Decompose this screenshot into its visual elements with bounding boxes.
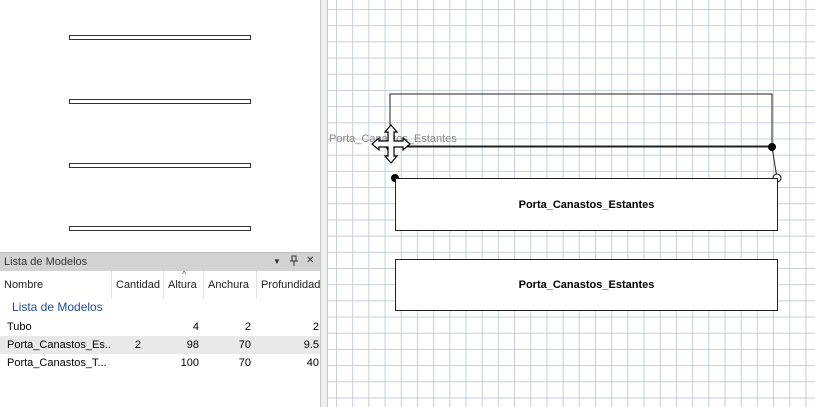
panel-title: Lista de Modelos (4, 256, 88, 268)
cell-anchura: 70 (238, 339, 251, 351)
cell-profundidad: 9.5 (303, 339, 319, 351)
panel-menu-dropdown-icon[interactable]: ▼ (273, 257, 281, 266)
cell-altura: 100 (180, 357, 199, 369)
drawing-canvas[interactable]: Porta_Canastos_Estantes Porta_Canastos_E… (328, 0, 815, 407)
close-icon[interactable]: ✕ (306, 255, 314, 266)
column-header-profundidad[interactable]: Profundidad (257, 271, 320, 299)
cell-cantidad (112, 318, 141, 336)
pin-icon[interactable] (289, 255, 299, 270)
shelf-shape-thumbnail[interactable] (69, 35, 251, 40)
table-row[interactable]: Tubo 4 2 2 (0, 318, 320, 336)
shape-preview-area (0, 0, 320, 252)
column-header-anchura[interactable]: Anchura (204, 271, 257, 299)
shelf-shape-thumbnail[interactable] (69, 99, 251, 104)
shelf-shape[interactable]: Porta_Canastos_Estantes (395, 259, 778, 311)
selection-handle[interactable] (768, 143, 776, 151)
shape-label: Porta_Canastos_Estantes (518, 279, 655, 291)
shelf-shape[interactable]: Porta_Canastos_Estantes (395, 178, 778, 231)
cell-altura: 98 (186, 339, 199, 351)
pane-splitter[interactable] (320, 0, 328, 407)
cell-anchura: 70 (238, 357, 251, 369)
cell-nombre: Porta_Canastos_T... (7, 357, 107, 369)
cell-profundidad: 2 (312, 321, 319, 333)
shelf-shape-thumbnail[interactable] (69, 163, 251, 168)
cell-profundidad: 40 (306, 357, 319, 369)
column-header-cantidad[interactable]: Cantidad (112, 271, 164, 299)
cell-nombre: Porta_Canastos_Es... (7, 339, 111, 351)
table-row[interactable]: Porta_Canastos_Es... 2 98 70 9.5 (0, 336, 320, 354)
shape-label: Porta_Canastos_Estantes (518, 198, 655, 211)
cell-cantidad (112, 354, 141, 372)
cell-cantidad: 2 (134, 339, 141, 351)
table-row[interactable]: Porta_Canastos_T... 100 70 40 (0, 354, 320, 372)
move-cursor-icon (371, 124, 411, 164)
models-list-panel: Lista de Modelos ▼ ✕ Nombre Cantidad Alt… (0, 252, 320, 407)
column-header-row: Nombre Cantidad Altura Anchura Profundid… (0, 269, 320, 300)
panel-header: Lista de Modelos ▼ ✕ (0, 252, 320, 271)
shelf-shape-thumbnail[interactable] (69, 226, 251, 231)
column-header-nombre[interactable]: Nombre (0, 271, 112, 299)
cell-anchura: 2 (244, 321, 251, 333)
sort-ascending-icon: ^ (182, 269, 187, 279)
group-header[interactable]: Lista de Modelos (12, 300, 103, 314)
cell-altura: 4 (192, 321, 199, 333)
cell-nombre: Tubo (7, 321, 32, 333)
